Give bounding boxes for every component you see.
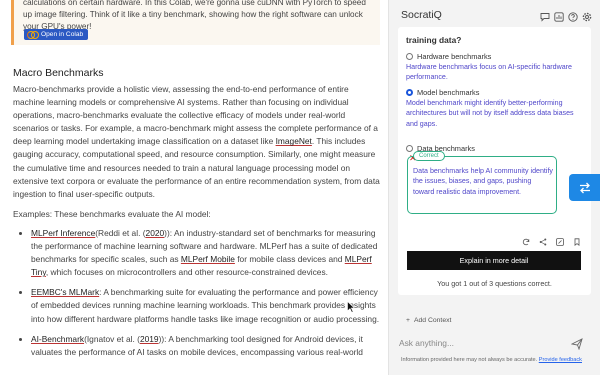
radio-icon[interactable] bbox=[406, 53, 413, 60]
correct-badge: Correct bbox=[413, 151, 445, 161]
plus-icon: + bbox=[406, 317, 410, 324]
send-icon[interactable] bbox=[570, 337, 583, 351]
feedback-link[interactable]: Provide feedback bbox=[539, 357, 582, 363]
chart-icon[interactable] bbox=[554, 9, 564, 22]
list-item: MLPerf Inference(Reddi et al. (2020)): A… bbox=[31, 227, 380, 279]
list-item: AI-Benchmark(Ignatov et al. (2019)): A b… bbox=[31, 333, 380, 359]
option-model-benchmarks[interactable]: Model benchmarks bbox=[406, 88, 479, 97]
eembc-mlmark-link[interactable]: EEMBC's MLMark bbox=[31, 287, 99, 297]
quiz-score: You got 1 out of 3 questions correct. bbox=[437, 279, 552, 288]
ask-bar bbox=[399, 333, 589, 353]
refresh-icon[interactable] bbox=[522, 233, 530, 246]
examples-intro: Examples: These benchmarks evaluate the … bbox=[13, 208, 211, 219]
add-context-button[interactable]: + Add Context bbox=[406, 317, 451, 324]
intro-paragraph: Macro-benchmarks provide a holistic view… bbox=[13, 84, 380, 199]
option-hardware-benchmarks[interactable]: Hardware benchmarks bbox=[406, 52, 491, 61]
radio-icon[interactable] bbox=[406, 145, 413, 152]
section-heading: Macro Benchmarks bbox=[13, 67, 104, 79]
mouse-cursor-icon bbox=[347, 301, 355, 313]
imagenet-link[interactable]: ImageNet bbox=[276, 136, 312, 146]
question-title: training data? bbox=[406, 35, 462, 45]
quiz-card: training data? Hardware benchmarks Hardw… bbox=[398, 27, 591, 295]
swap-panel-button[interactable] bbox=[569, 174, 600, 201]
colab-label: Open in Colab bbox=[41, 31, 84, 38]
panel-toolbar bbox=[540, 9, 592, 22]
edit-icon[interactable] bbox=[556, 233, 564, 246]
option-explanation: Hardware benchmarks focus on AI-specific… bbox=[406, 63, 572, 82]
citation-link[interactable]: 2020 bbox=[146, 228, 165, 238]
explain-more-button[interactable]: Explain in more detail bbox=[407, 251, 581, 270]
swap-arrows-icon bbox=[579, 182, 590, 193]
help-icon[interactable] bbox=[568, 9, 578, 22]
panel-title: SocratiQ bbox=[401, 9, 442, 21]
option-explanation: Data benchmarks help AI community identi… bbox=[413, 167, 553, 196]
radio-selected-icon[interactable] bbox=[406, 89, 413, 96]
ask-input[interactable] bbox=[399, 338, 549, 348]
ai-benchmark-link[interactable]: AI-Benchmark bbox=[31, 334, 84, 344]
option-explanation: Model benchmark might identify better-pe… bbox=[406, 99, 574, 128]
bookmark-icon[interactable] bbox=[573, 233, 581, 247]
benchmark-list: MLPerf Inference(Reddi et al. (2020)): A… bbox=[13, 227, 380, 359]
panel-footer: Information provided here may not always… bbox=[401, 357, 582, 363]
share-icon[interactable] bbox=[539, 233, 547, 246]
colab-callout: calculations on certain hardware. In thi… bbox=[11, 0, 380, 45]
document-content: calculations on certain hardware. In thi… bbox=[0, 0, 388, 375]
colab-logo-icon bbox=[27, 31, 39, 39]
open-in-colab-button[interactable]: Open in Colab bbox=[24, 29, 89, 40]
citation-link[interactable]: 2019 bbox=[140, 334, 159, 344]
answer-tools bbox=[522, 233, 581, 247]
settings-icon[interactable] bbox=[582, 9, 592, 22]
chat-icon[interactable] bbox=[540, 9, 550, 22]
list-item: EEMBC's MLMark: A benchmarking suite for… bbox=[31, 286, 380, 325]
mlperf-mobile-link[interactable]: MLPerf Mobile bbox=[181, 254, 235, 264]
mlperf-inference-link[interactable]: MLPerf Inference bbox=[31, 228, 95, 238]
correct-answer-box: Correct Data benchmarks help AI communit… bbox=[407, 151, 557, 214]
